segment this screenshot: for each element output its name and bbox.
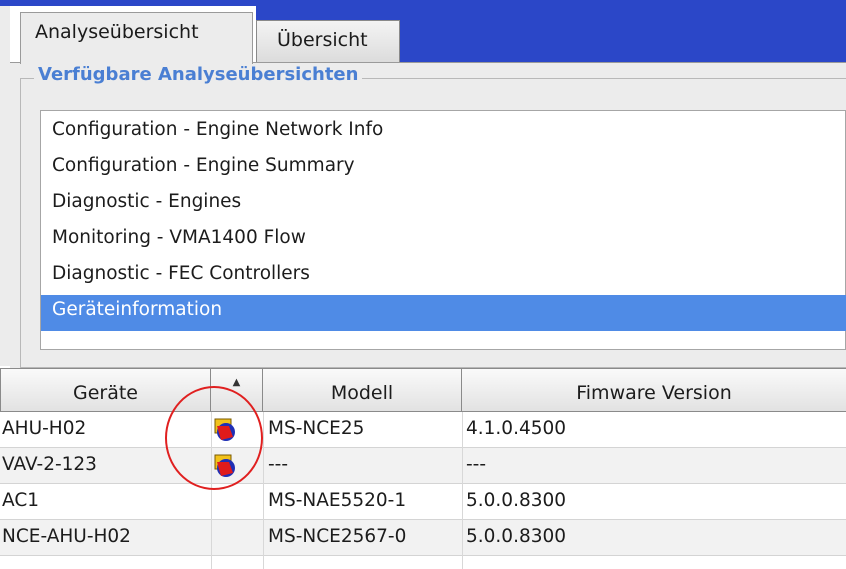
group-title: Verfügbare Analyseübersichten bbox=[34, 64, 363, 85]
highlight-circle-annotation bbox=[165, 386, 263, 490]
table-row[interactable]: VAV-2-123 --- --- bbox=[0, 448, 846, 484]
list-item[interactable]: Configuration - Engine Network Info bbox=[41, 115, 846, 151]
list-item[interactable]: Monitoring - VMA1400 Flow bbox=[41, 223, 846, 259]
tab-label: Analyseübersicht bbox=[35, 21, 199, 43]
list-item[interactable]: Diagnostic - Engines bbox=[41, 187, 846, 223]
firmware-cell: 5.0.0.8300 bbox=[466, 526, 567, 547]
column-divider bbox=[263, 412, 264, 569]
devices-table: Geräte ▲ Modell Fimware Version AHU-H02 … bbox=[0, 368, 846, 569]
list-item-selected[interactable]: Geräteinformation bbox=[41, 295, 846, 331]
table-row[interactable]: AHU-H02 MS-NCE25 4.1.0.4500 bbox=[0, 412, 846, 448]
model-cell: MS-NAE5520-1 bbox=[268, 490, 407, 511]
column-header-firmware[interactable]: Fimware Version bbox=[462, 368, 846, 412]
panel-left-edge bbox=[0, 6, 10, 366]
analysis-list[interactable]: Configuration - Engine Network Info Conf… bbox=[40, 110, 846, 350]
tab-uebersicht[interactable]: Übersicht bbox=[256, 20, 400, 62]
list-item[interactable]: Configuration - Engine Summary bbox=[41, 151, 846, 187]
device-cell: AHU-H02 bbox=[2, 418, 87, 439]
column-divider bbox=[462, 412, 463, 569]
table-row[interactable]: AC1 MS-NAE5520-1 5.0.0.8300 bbox=[0, 484, 846, 520]
firmware-cell: --- bbox=[466, 454, 487, 475]
list-item[interactable]: Diagnostic - FEC Controllers bbox=[41, 259, 846, 295]
device-cell: NCE-AHU-H02 bbox=[2, 526, 131, 547]
device-cell: VAV-2-123 bbox=[2, 454, 97, 475]
table-row[interactable]: NCE-AHU-H02 MS-NCE2567-0 5.0.0.8300 bbox=[0, 520, 846, 556]
model-cell: MS-NCE25 bbox=[268, 418, 365, 439]
tab-label: Übersicht bbox=[277, 29, 368, 51]
tab-analyseuebersicht[interactable]: Analyseübersicht bbox=[20, 12, 253, 64]
firmware-cell: 4.1.0.4500 bbox=[466, 418, 567, 439]
model-cell: MS-NCE2567-0 bbox=[268, 526, 407, 547]
firmware-cell: 5.0.0.8300 bbox=[466, 490, 567, 511]
column-header-model[interactable]: Modell bbox=[263, 368, 462, 412]
model-cell: --- bbox=[268, 454, 289, 475]
device-cell: AC1 bbox=[2, 490, 40, 511]
